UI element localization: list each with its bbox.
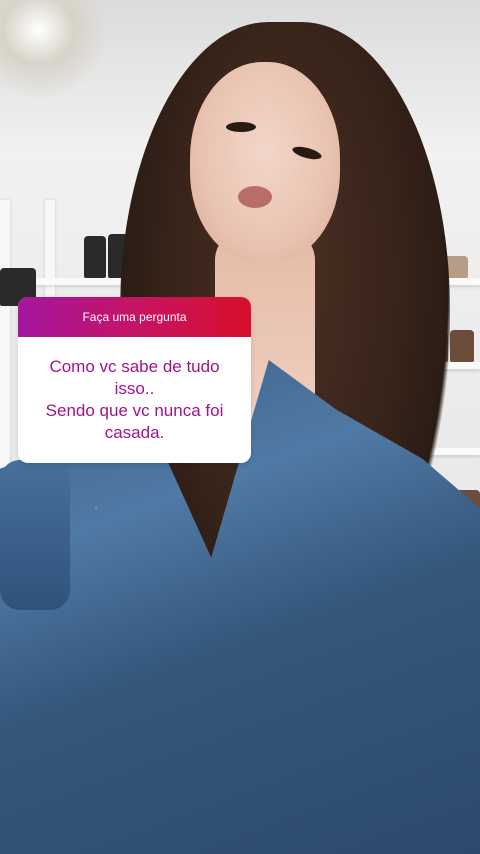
question-sticker-header-label: Faça uma pergunta — [82, 310, 187, 324]
question-sticker-header: Faça uma pergunta — [18, 297, 251, 337]
person-arm — [0, 460, 70, 610]
question-sticker: Faça uma pergunta Como vc sabe de tudo i… — [18, 297, 251, 463]
chandelier — [0, 0, 110, 100]
person-face — [190, 62, 340, 262]
person-mouth — [238, 186, 272, 208]
shoe — [450, 330, 474, 362]
shoe — [84, 236, 106, 278]
question-sticker-text: Como vc sabe de tudo isso.. Sendo que vc… — [45, 357, 224, 442]
person-eye — [226, 122, 256, 132]
